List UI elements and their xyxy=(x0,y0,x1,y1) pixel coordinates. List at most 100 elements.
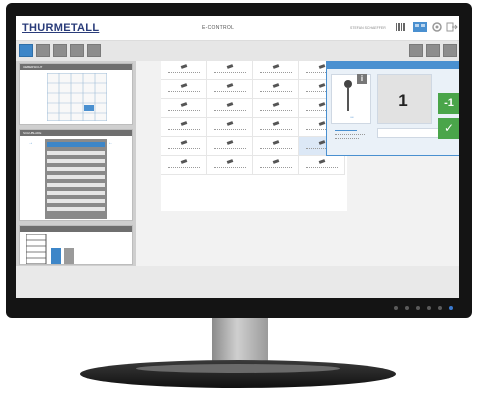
tool-cell[interactable] xyxy=(161,137,207,156)
monitor-button[interactable] xyxy=(438,306,442,310)
monitor-stand-neck xyxy=(212,318,268,366)
tool-icon xyxy=(318,140,326,145)
tool-cell[interactable] xyxy=(253,118,299,137)
toolbar-button-5[interactable] xyxy=(87,44,101,57)
detail-caption xyxy=(335,134,365,136)
overview-header: UEBERSICHT xyxy=(20,64,132,70)
tool-cell[interactable] xyxy=(253,80,299,99)
drawer-pointer-right: ← xyxy=(108,140,113,146)
tool-caption xyxy=(168,72,200,73)
tool-icon xyxy=(318,159,326,164)
tool-grid xyxy=(161,61,347,211)
tool-icon xyxy=(180,121,188,126)
toolbar-button-3[interactable] xyxy=(53,44,67,57)
tool-cell[interactable] xyxy=(207,156,253,175)
tool-caption xyxy=(168,110,200,111)
tool-caption xyxy=(214,148,246,149)
tool-icon xyxy=(226,159,234,164)
tool-cell[interactable] xyxy=(207,61,253,80)
slider-track[interactable] xyxy=(335,130,357,131)
monitor-button[interactable] xyxy=(405,306,409,310)
app-logo: THURMETALL xyxy=(22,22,100,34)
tool-caption xyxy=(168,129,200,130)
tool-caption xyxy=(260,129,292,130)
toolbar-button-r1[interactable] xyxy=(409,44,423,57)
tool-cell[interactable] xyxy=(161,80,207,99)
monitor-button[interactable] xyxy=(416,306,420,310)
power-button[interactable] xyxy=(449,306,453,310)
drawer-pointer-left: → xyxy=(28,140,33,146)
toolbar-button-r3[interactable] xyxy=(443,44,457,57)
tool-icon xyxy=(318,121,326,126)
left-column: UEBERSICHT SCHUBLADE → ← xyxy=(16,61,136,266)
toolbar-button-r2[interactable] xyxy=(426,44,440,57)
top-bar: THURMETALL E-CONTROL STEFAN SCHAEFFER xyxy=(16,16,459,41)
tool-icon xyxy=(272,64,280,69)
info-icon[interactable]: i xyxy=(357,74,367,84)
tool-icon xyxy=(272,159,280,164)
app-title: E-CONTROL xyxy=(202,25,235,31)
tool-cell[interactable] xyxy=(207,99,253,118)
grid-icon[interactable] xyxy=(413,21,427,33)
tool-caption xyxy=(260,72,292,73)
tool-caption xyxy=(214,129,246,130)
tool-caption xyxy=(168,167,200,168)
cabinet-grid-thumbnail[interactable] xyxy=(47,73,107,121)
tool-caption xyxy=(260,110,292,111)
toolbar xyxy=(16,41,459,61)
monitor-button[interactable] xyxy=(394,306,398,310)
tool-caption xyxy=(260,167,292,168)
cabinet-panel xyxy=(19,225,133,265)
tool-caption xyxy=(260,148,292,149)
tool-cell[interactable] xyxy=(299,156,345,175)
drill-tool-image xyxy=(344,80,352,111)
tool-icon xyxy=(226,102,234,107)
tool-icon xyxy=(272,140,280,145)
tool-icon xyxy=(226,140,234,145)
cabinet-icon[interactable] xyxy=(26,234,84,264)
tool-icon xyxy=(318,83,326,88)
tool-icon xyxy=(180,140,188,145)
confirm-button[interactable]: ✓ xyxy=(438,118,459,139)
tool-icon xyxy=(272,102,280,107)
cabinet-header xyxy=(20,226,132,232)
tool-icon xyxy=(180,64,188,69)
tool-icon xyxy=(272,121,280,126)
drawer-header: SCHUBLADE xyxy=(20,130,132,136)
tool-cell[interactable] xyxy=(207,137,253,156)
tool-cell[interactable] xyxy=(207,80,253,99)
monitor-button[interactable] xyxy=(427,306,431,310)
tool-cell[interactable] xyxy=(253,99,299,118)
tool-cell[interactable] xyxy=(253,156,299,175)
toolbar-button-2[interactable] xyxy=(36,44,50,57)
overview-panel: UEBERSICHT xyxy=(19,63,133,125)
user-name[interactable]: STEFAN SCHAEFFER xyxy=(350,26,386,30)
tool-caption xyxy=(168,148,200,149)
tool-cell[interactable] xyxy=(161,156,207,175)
drawer-stack[interactable] xyxy=(45,139,107,219)
tool-caption xyxy=(214,91,246,92)
tool-cell[interactable] xyxy=(161,118,207,137)
logout-icon[interactable] xyxy=(446,21,458,33)
tool-caption xyxy=(214,72,246,73)
detail-caption-2 xyxy=(335,138,359,140)
tool-icon xyxy=(226,64,234,69)
tool-caption xyxy=(214,167,246,168)
toolbar-button-1[interactable] xyxy=(19,44,33,57)
tool-cell[interactable] xyxy=(207,118,253,137)
tool-cell[interactable] xyxy=(161,61,207,80)
decrement-button[interactable]: -1 xyxy=(438,93,459,114)
barcode-icon[interactable] xyxy=(395,21,407,33)
tool-icon xyxy=(318,102,326,107)
settings-icon[interactable] xyxy=(431,21,443,33)
tool-caption xyxy=(306,167,338,168)
tool-icon xyxy=(180,102,188,107)
bottom-strip xyxy=(16,266,459,298)
toolbar-button-4[interactable] xyxy=(70,44,84,57)
tool-cell[interactable] xyxy=(253,61,299,80)
tool-icon xyxy=(226,121,234,126)
tool-icon xyxy=(272,83,280,88)
quantity-box: 1 xyxy=(377,74,432,124)
tool-cell[interactable] xyxy=(253,137,299,156)
tool-cell[interactable] xyxy=(161,99,207,118)
